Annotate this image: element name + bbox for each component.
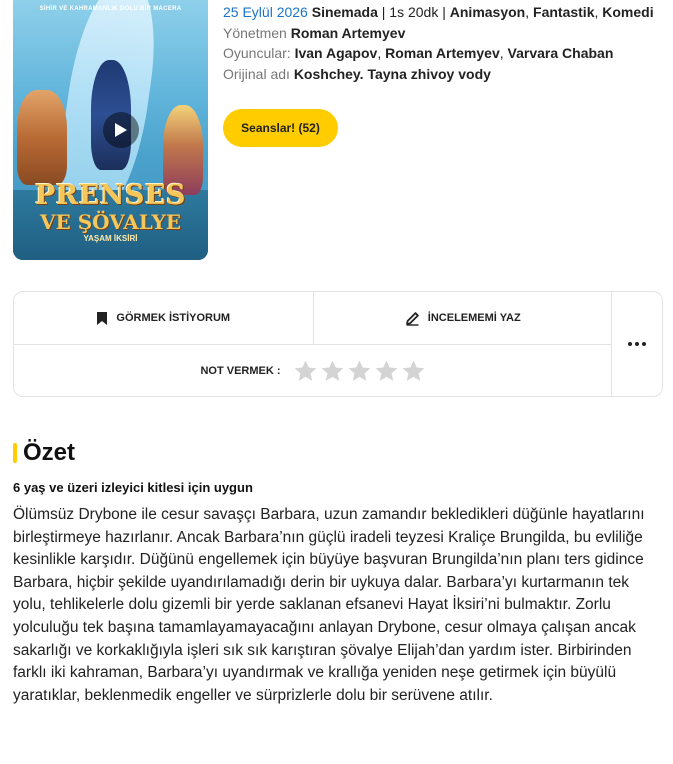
cast-link[interactable]: Varvara Chaban <box>508 45 614 61</box>
synopsis-text: Ölümsüz Drybone ile cesur savaşçı Barbar… <box>13 506 645 704</box>
genre-link[interactable]: Fantastik <box>533 4 594 20</box>
heading-accent-bar <box>13 443 17 463</box>
star-icon[interactable] <box>347 359 372 384</box>
poster-title-line2: VE ŞÖVALYE <box>39 210 182 234</box>
genre-link[interactable]: Komedi <box>602 4 653 20</box>
summary-heading: Özet <box>13 438 75 468</box>
want-to-see-button[interactable]: GÖRMEK İSTİYORUM <box>14 292 313 344</box>
pencil-icon <box>405 311 419 326</box>
movie-meta: 25 Eylül 2026 Sinemada | 1s 20dk | Anima… <box>223 2 663 84</box>
cast-label: Oyuncular: <box>223 45 291 61</box>
star-icon[interactable] <box>401 359 426 384</box>
duration: 1s 20dk <box>389 4 439 20</box>
star-icon[interactable] <box>374 359 399 384</box>
original-title: Koshchey. Tayna zhivoy vody <box>293 65 491 82</box>
cast-link[interactable]: Ivan Agapov <box>295 45 378 61</box>
cast-link[interactable]: Roman Artemyev <box>385 45 500 61</box>
user-actions-box: GÖRMEK İSTİYORUM İNCELEMEMİ YAZ NOT VERM… <box>13 291 663 397</box>
director-link[interactable]: Roman Artemyev <box>291 25 406 41</box>
poster-tagline: SİHİR VE KAHRAMANLIK DOLU BİR MACERA <box>39 6 182 12</box>
poster-title-line1: PRENSES <box>34 180 187 211</box>
poster-art-character-left <box>17 90 67 185</box>
rate-label: NOT VERMEK : <box>200 365 281 377</box>
rating-row: NOT VERMEK : <box>14 346 612 396</box>
star-icon[interactable] <box>293 359 318 384</box>
original-title-label: Orijinal adı <box>223 65 290 82</box>
write-review-button[interactable]: İNCELEMEMİ YAZ <box>312 292 613 344</box>
release-status: Sinemada <box>311 4 378 20</box>
director-label: Yönetmen <box>223 24 287 41</box>
meta-line-director: Yönetmen Roman Artemyev <box>223 23 663 44</box>
write-review-label: İNCELEMEMİ YAZ <box>427 312 521 324</box>
meta-line-cast: Oyuncular: Ivan Agapov, Roman Artemyev, … <box>223 45 614 61</box>
more-dots-icon <box>628 342 646 346</box>
genre-link[interactable]: Animasyon <box>450 4 525 20</box>
poster-title-line3: YAŞAM İKSİRİ <box>83 234 138 243</box>
star-icon[interactable] <box>320 359 345 384</box>
summary-title: Özet <box>23 439 76 466</box>
more-options-button[interactable] <box>611 292 662 396</box>
play-trailer-button[interactable] <box>103 112 139 148</box>
meta-line-original-title: Orijinal adı Koshchey. Tayna zhivoy vody <box>223 64 663 85</box>
release-date[interactable]: 25 Eylül 2026 <box>223 4 308 20</box>
movie-poster[interactable]: SİHİR VE KAHRAMANLIK DOLU BİR MACERA PRE… <box>13 0 208 260</box>
user-actions-row: GÖRMEK İSTİYORUM İNCELEMEMİ YAZ <box>14 292 612 345</box>
sessions-button[interactable]: Seanslar! (52) <box>223 109 338 147</box>
play-icon <box>115 123 127 137</box>
rating-stars <box>293 359 426 384</box>
age-rating-note: 6 yaş ve üzeri izleyici kitlesi için uyg… <box>13 480 253 495</box>
separator: | <box>381 4 386 20</box>
bookmark-icon <box>97 311 108 325</box>
want-to-see-label: GÖRMEK İSTİYORUM <box>116 312 231 324</box>
meta-line-release: 25 Eylül 2026 Sinemada | 1s 20dk | Anima… <box>223 4 654 20</box>
separator: | <box>442 4 446 20</box>
